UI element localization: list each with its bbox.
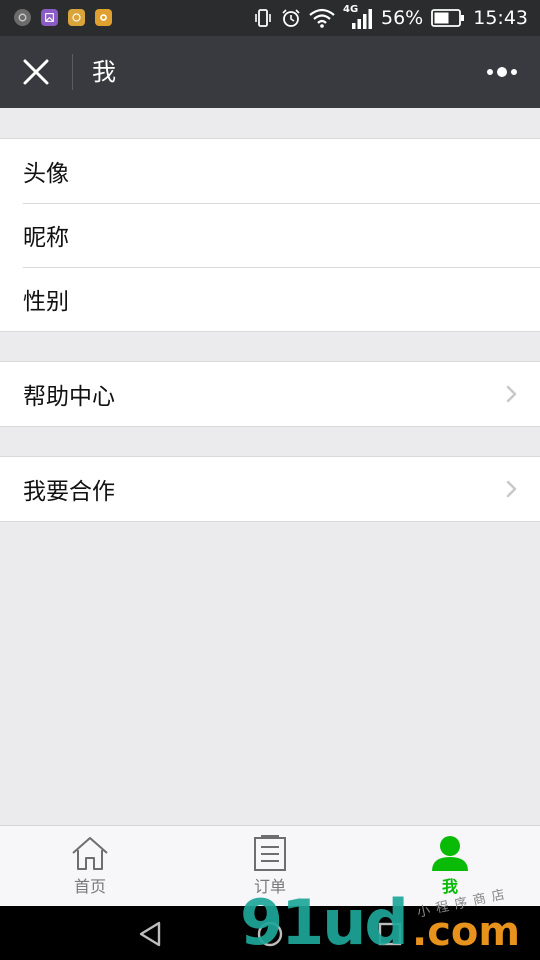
page-title: 我 bbox=[92, 58, 116, 86]
tab-home[interactable]: 首页 bbox=[0, 826, 180, 907]
recents-button[interactable] bbox=[375, 919, 405, 949]
cooperate-group: 我要合作 bbox=[0, 456, 540, 522]
vibrate-icon bbox=[255, 9, 271, 27]
notification-icons bbox=[14, 9, 112, 26]
help-group: 帮助中心 bbox=[0, 361, 540, 427]
cooperate-item[interactable]: 我要合作 bbox=[0, 457, 540, 521]
signal-indicator: 4G bbox=[343, 4, 373, 29]
app-icon-3 bbox=[68, 9, 85, 26]
alarm-icon bbox=[282, 9, 300, 27]
tab-bar: 首页 订单 我 bbox=[0, 825, 540, 906]
gender-label: 性别 bbox=[23, 289, 69, 315]
cooperate-label: 我要合作 bbox=[23, 479, 115, 505]
battery-icon bbox=[431, 9, 465, 27]
order-list-icon bbox=[254, 835, 286, 871]
help-center-item[interactable]: 帮助中心 bbox=[0, 362, 540, 426]
signal-icon bbox=[352, 9, 372, 29]
home-nav-button[interactable] bbox=[255, 919, 285, 949]
recents-square-icon bbox=[378, 922, 402, 946]
wifi-icon bbox=[309, 8, 335, 28]
nav-bar: 我 bbox=[0, 36, 540, 108]
avatar-label: 头像 bbox=[23, 161, 69, 187]
app-icon-2 bbox=[41, 9, 58, 26]
help-center-label: 帮助中心 bbox=[23, 384, 115, 410]
app-icon-4 bbox=[95, 9, 112, 26]
nickname-item[interactable]: 昵称 bbox=[0, 203, 540, 267]
avatar-item[interactable]: 头像 bbox=[0, 139, 540, 203]
close-icon bbox=[23, 59, 49, 85]
status-indicators: 4G 56% 15:43 bbox=[253, 4, 528, 30]
nickname-label: 昵称 bbox=[23, 225, 69, 251]
status-bar: 4G 56% 15:43 bbox=[0, 0, 540, 36]
more-icon bbox=[487, 67, 517, 77]
close-button[interactable] bbox=[18, 54, 54, 90]
tab-home-label: 首页 bbox=[73, 877, 106, 896]
home-circle-icon bbox=[257, 921, 283, 947]
tab-me[interactable]: 我 bbox=[360, 826, 540, 907]
profile-group: 头像 昵称 性别 bbox=[0, 138, 540, 332]
battery-percent: 56% bbox=[381, 7, 424, 29]
tab-me-label: 我 bbox=[441, 877, 458, 896]
gender-item[interactable]: 性别 bbox=[0, 267, 540, 331]
chevron-right-icon bbox=[506, 480, 517, 498]
status-time: 15:43 bbox=[473, 7, 528, 29]
nav-divider bbox=[72, 54, 73, 90]
tab-orders[interactable]: 订单 bbox=[180, 826, 360, 907]
system-nav-bar bbox=[0, 906, 540, 960]
more-button[interactable] bbox=[482, 62, 522, 82]
user-icon bbox=[432, 836, 468, 871]
back-triangle-icon bbox=[139, 921, 161, 947]
chevron-right-icon bbox=[506, 385, 517, 403]
back-button[interactable] bbox=[135, 919, 165, 949]
home-icon bbox=[72, 837, 108, 870]
tab-orders-label: 订单 bbox=[253, 877, 286, 896]
app-icon-1 bbox=[14, 9, 31, 26]
